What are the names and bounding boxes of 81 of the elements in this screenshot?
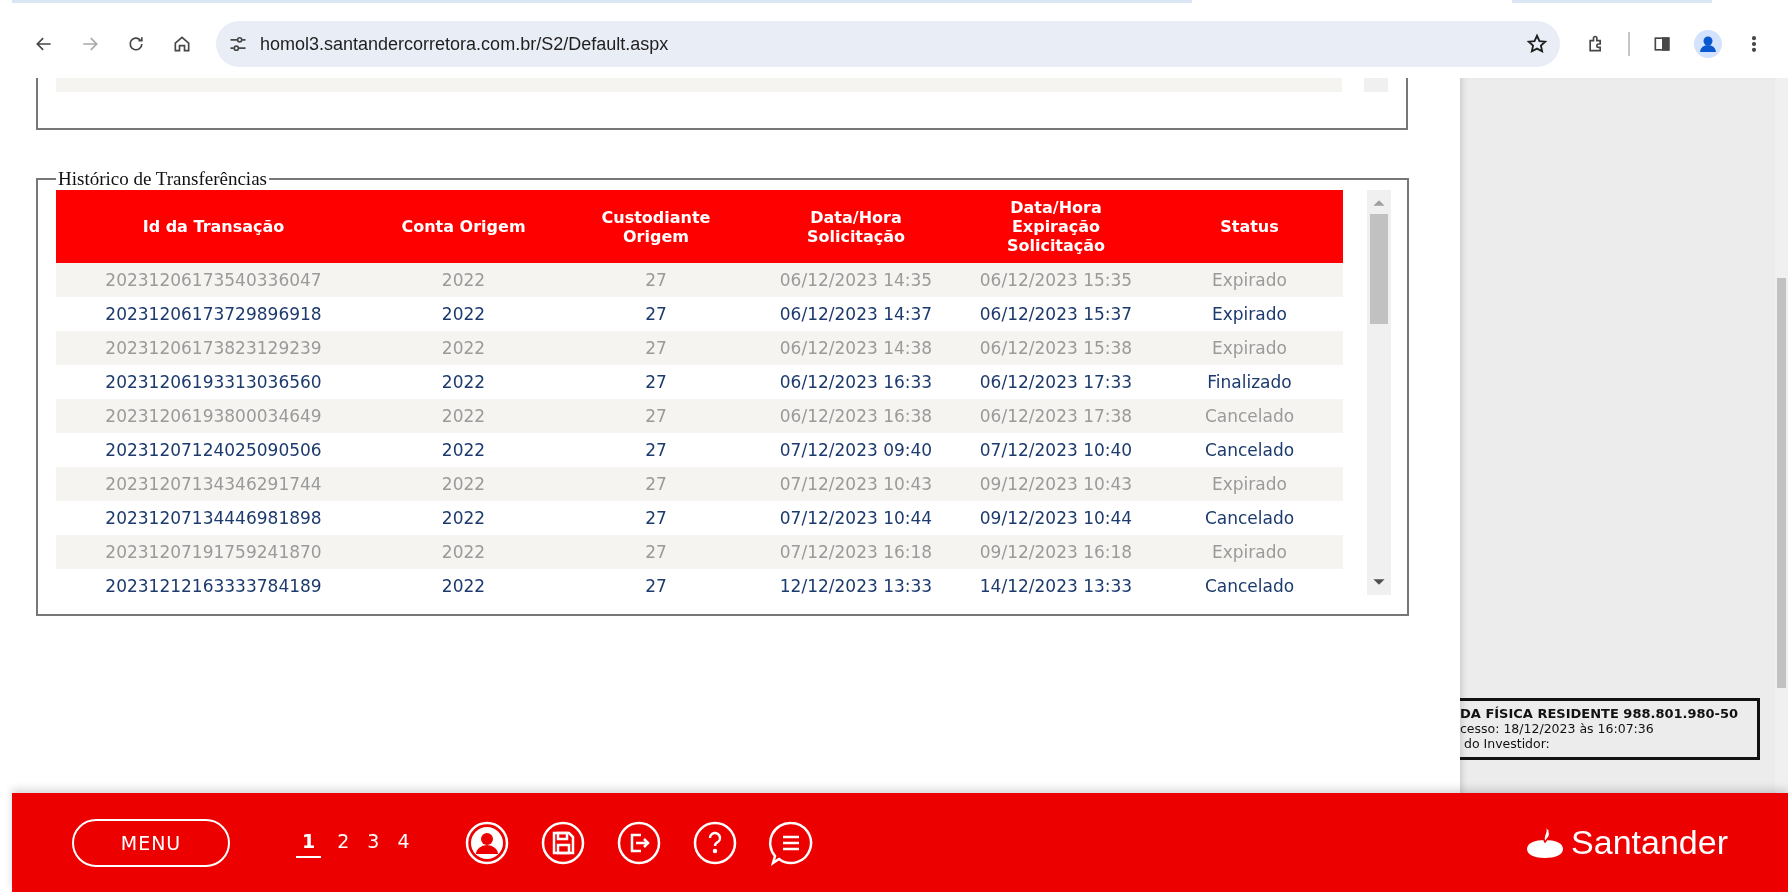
table-cell: 20231206193800034649 (56, 399, 371, 433)
table-cell: 2022 (371, 331, 556, 365)
scroll-thumb[interactable] (1777, 278, 1786, 688)
table-cell: 07/12/2023 10:40 (956, 433, 1156, 467)
table-cell: 06/12/2023 15:35 (956, 263, 1156, 297)
investor-info-box: DA FÍSICA RESIDENTE 988.801.980-50 cesso: 18/12/2023 às 16:07:36 do Investidor: (1460, 698, 1760, 760)
scroll-thumb[interactable] (1370, 214, 1388, 324)
page-tab[interactable]: 3 (365, 827, 382, 858)
table-cell: 2022 (371, 467, 556, 501)
menu-button[interactable]: MENU (72, 818, 230, 867)
table-cell: 06/12/2023 16:38 (756, 399, 956, 433)
table-cell: 2022 (371, 501, 556, 535)
table-cell: 06/12/2023 14:35 (756, 263, 956, 297)
table-cell: 27 (556, 263, 756, 297)
table-cell: 07/12/2023 10:43 (756, 467, 956, 501)
column-header: Id da Transação (141, 217, 286, 236)
table-cell: Expirado (1156, 535, 1343, 569)
page-tab[interactable]: 2 (335, 827, 352, 858)
table-cell: 27 (556, 501, 756, 535)
table-cell: 09/12/2023 10:44 (956, 501, 1156, 535)
exit-icon[interactable] (615, 819, 662, 866)
table-cell: 06/12/2023 15:38 (956, 331, 1156, 365)
table-cell: 09/12/2023 10:43 (956, 467, 1156, 501)
table-cell: 07/12/2023 10:44 (756, 501, 956, 535)
table-cell: Expirado (1156, 467, 1343, 501)
table-cell: 27 (556, 399, 756, 433)
brand-name: Santander (1571, 823, 1728, 862)
table-cell: 20231207191759241870 (56, 535, 371, 569)
table-cell: Finalizado (1156, 365, 1343, 399)
table-cell: 06/12/2023 14:38 (756, 331, 956, 365)
user-icon[interactable] (463, 819, 510, 866)
table-cell: 20231206193313036560 (56, 365, 371, 399)
table-cell: 06/12/2023 16:33 (756, 365, 956, 399)
table-cell: 2022 (371, 433, 556, 467)
panel-title: Histórico de Transferências (57, 168, 268, 190)
table-cell: 07/12/2023 16:18 (756, 535, 956, 569)
table-cell: 20231207134346291744 (56, 467, 371, 501)
table-cell: 20231207124025090506 (56, 433, 371, 467)
table-cell: 06/12/2023 14:37 (756, 297, 956, 331)
column-header: Conta Origem (400, 217, 527, 236)
table-cell: 09/12/2023 16:18 (956, 535, 1156, 569)
table-cell: 2022 (371, 263, 556, 297)
table-cell: 20231206173540336047 (56, 263, 371, 297)
table-cell: 27 (556, 467, 756, 501)
help-icon[interactable] (691, 819, 738, 866)
table-cell: 27 (556, 365, 756, 399)
table-cell: Expirado (1156, 331, 1343, 365)
table-cell: 27 (556, 433, 756, 467)
column-header: Custodiante Origem (600, 207, 712, 246)
table-cell: 06/12/2023 17:38 (956, 399, 1156, 433)
column-header: Data/Hora Expiração Solicitação (1005, 198, 1107, 255)
page-tab[interactable]: 4 (395, 827, 412, 858)
table-cell: Cancelado (1156, 501, 1343, 535)
table-cell: Cancelado (1156, 399, 1343, 433)
table-cell: 06/12/2023 17:33 (956, 365, 1156, 399)
save-icon[interactable] (539, 819, 586, 866)
address-bar[interactable]: homol3.santandercorretora.com.br/S2/Default.aspx (216, 21, 1560, 67)
table-cell: 2022 (371, 535, 556, 569)
column-header: Data/Hora Solicitação (805, 207, 907, 246)
table-cell: 06/12/2023 15:37 (956, 297, 1156, 331)
table-cell: 27 (556, 331, 756, 365)
table-cell: 27 (556, 297, 756, 331)
chat-icon[interactable] (767, 819, 814, 866)
table-cell: Expirado (1156, 297, 1343, 331)
url-text: homol3.santandercorretora.com.br/S2/Default.aspx (260, 33, 670, 55)
column-header: Status (1219, 217, 1280, 236)
page-scrollbar[interactable] (1775, 78, 1788, 793)
site-info-icon[interactable] (228, 34, 248, 54)
table-cell: 2022 (371, 365, 556, 399)
scrollbar[interactable] (1367, 190, 1391, 595)
table-cell: 20231206173823129239 (56, 331, 371, 365)
table-cell: 27 (556, 535, 756, 569)
page-tab[interactable]: 1 (296, 827, 322, 858)
table-cell: Expirado (1156, 263, 1343, 297)
table-cell: 20231206173729896918 (56, 297, 371, 331)
star-icon[interactable] (1526, 33, 1548, 55)
table-cell: 07/12/2023 09:40 (756, 433, 956, 467)
table-cell: 2022 (371, 399, 556, 433)
table-cell: 2022 (371, 297, 556, 331)
table-cell: 20231207134446981898 (56, 501, 371, 535)
table-cell: Cancelado (1156, 433, 1343, 467)
